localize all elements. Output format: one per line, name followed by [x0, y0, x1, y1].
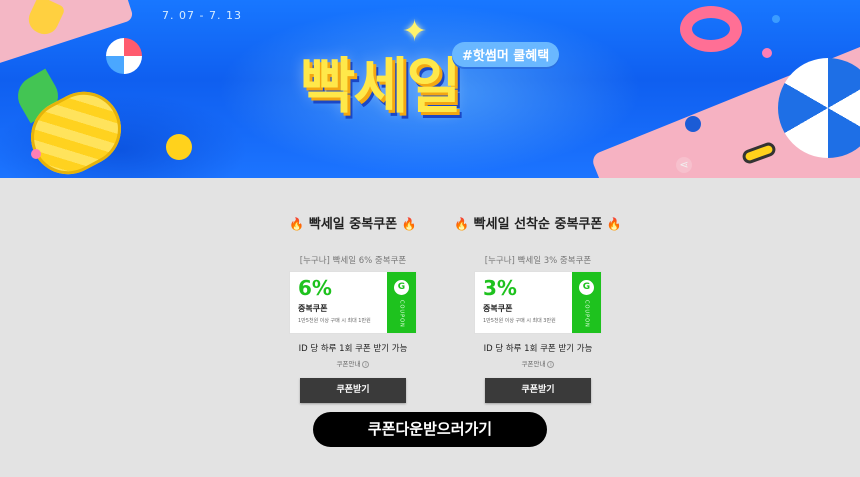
- coupon-subtitle: [누구나] 빡세일 3% 중복쿠폰: [484, 256, 592, 266]
- coupon-condition: 1만5천원 이상 구매 시 최대 1만원: [298, 318, 371, 324]
- coupon-heading: 🔥 빡세일 선착순 중복쿠폰 🔥: [448, 214, 628, 234]
- g-icon: G: [579, 280, 594, 295]
- fire-icon: 🔥: [401, 217, 417, 231]
- banner-title: 빡세일: [300, 52, 462, 122]
- coupon-heading: 🔥 빡세일 중복쿠폰 🔥: [263, 214, 443, 234]
- coupon-card-body: 3% 중복쿠폰 1만5천원 이상 구매 시 최대 3만원: [475, 272, 572, 333]
- coupon-card-body: 6% 중복쿠폰 1만5천원 이상 구매 시 최대 1만원: [290, 272, 387, 333]
- fire-icon: 🔥: [606, 217, 622, 231]
- coupon-card: 3% 중복쿠폰 1만5천원 이상 구매 시 최대 3만원 G COUPON: [474, 271, 602, 334]
- coupon-guide-label: 쿠폰안내: [521, 360, 546, 368]
- coupon-subtitle: [누구나] 빡세일 6% 중복쿠폰: [299, 256, 407, 266]
- coupon-limit-notice: ID 당 하루 1회 쿠폰 받기 가능: [298, 344, 408, 354]
- coupon-guide-link[interactable]: 쿠폰안내 i: [263, 358, 443, 368]
- coupon-guide-link[interactable]: 쿠폰안내 i: [448, 358, 628, 368]
- event-date-range: 7. 07 - 7. 13: [162, 9, 242, 22]
- coupon-card: 6% 중복쿠폰 1만5천원 이상 구매 시 최대 1만원 G COUPON: [289, 271, 417, 334]
- bubble-icon: [31, 149, 41, 159]
- coupon-percent: 6%: [298, 276, 332, 300]
- banner-title-group: 빡세일 #핫썸머 쿨혜택: [300, 34, 580, 154]
- share-icon[interactable]: ⋖: [676, 157, 692, 173]
- event-banner: 7. 07 - 7. 13 빡세일 #핫썸머 쿨혜택 ✦ ⋖: [0, 0, 860, 178]
- coupon-column-regular: 🔥 빡세일 중복쿠폰 🔥 [누구나] 빡세일 6% 중복쿠폰 6% 중복쿠폰 1…: [263, 214, 443, 403]
- coupon-heading-text: 빡세일 중복쿠폰: [308, 217, 398, 232]
- coupon-name: 중복쿠폰: [298, 304, 328, 313]
- coupon-name: 중복쿠폰: [483, 304, 513, 313]
- coupon-heading-text: 빡세일 선착순 중복쿠폰: [473, 217, 603, 232]
- get-coupon-button[interactable]: 쿠폰받기: [300, 378, 406, 403]
- flamingo-ring-icon: [680, 6, 742, 52]
- fire-icon: 🔥: [289, 217, 305, 231]
- hashtag-badge: #핫썸머 쿨혜택: [452, 42, 560, 67]
- coupon-stub-label: COUPON: [583, 300, 590, 328]
- coupon-stub-label: COUPON: [398, 300, 405, 328]
- g-icon: G: [394, 280, 409, 295]
- sparkle-icon: ✦: [402, 14, 428, 49]
- bubble-icon: [762, 48, 772, 58]
- bubble-icon: [772, 15, 780, 23]
- coupon-limit-notice: ID 당 하루 1회 쿠폰 받기 가능: [483, 344, 593, 354]
- get-coupon-button[interactable]: 쿠폰받기: [485, 378, 591, 403]
- beach-ball-icon: [106, 38, 142, 74]
- coupon-condition: 1만5천원 이상 구매 시 최대 3만원: [483, 318, 556, 324]
- coupon-guide-label: 쿠폰안내: [336, 360, 361, 368]
- coupon-stub: G COUPON: [572, 272, 601, 333]
- coupon-percent: 3%: [483, 276, 517, 300]
- fire-icon: 🔥: [454, 217, 470, 231]
- coupon-stub: G COUPON: [387, 272, 416, 333]
- bubble-icon: [685, 116, 701, 132]
- download-coupons-button[interactable]: 쿠폰다운받으러가기: [313, 412, 547, 447]
- coupon-column-first-come: 🔥 빡세일 선착순 중복쿠폰 🔥 [누구나] 빡세일 3% 중복쿠폰 3% 중복…: [448, 214, 628, 403]
- info-icon[interactable]: i: [362, 360, 370, 368]
- rubber-duck-icon: [166, 134, 192, 160]
- info-icon[interactable]: i: [547, 360, 555, 368]
